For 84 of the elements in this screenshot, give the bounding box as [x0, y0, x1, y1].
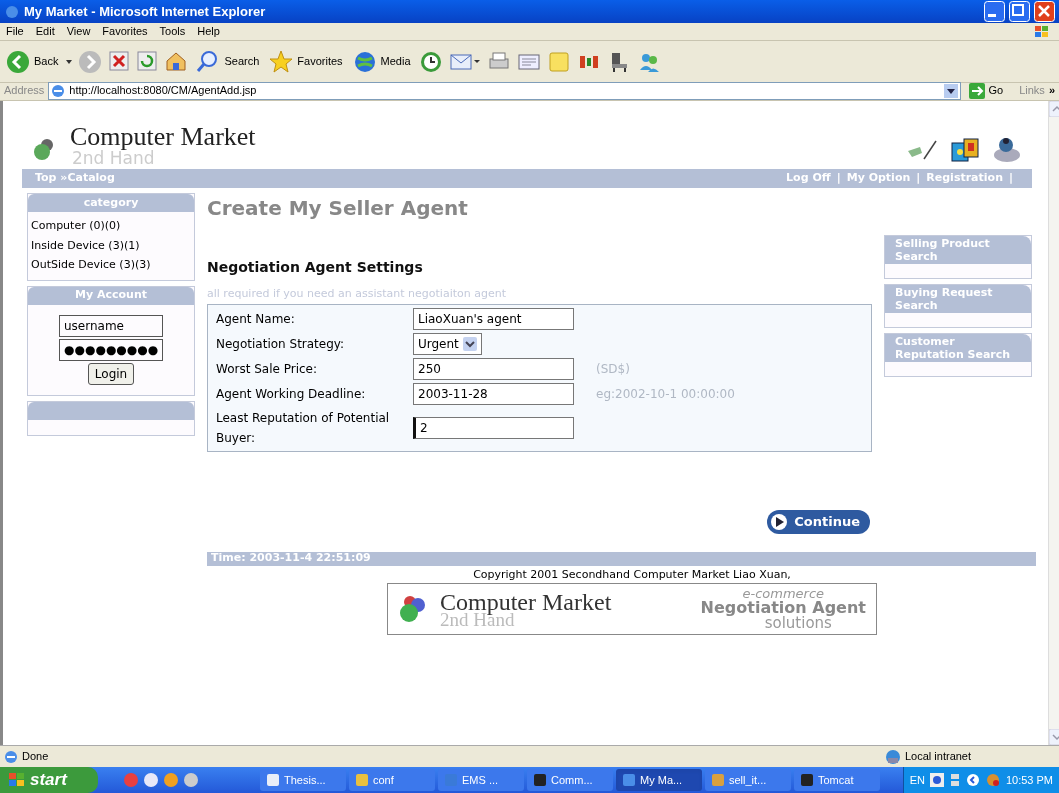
taskbar-button[interactable]: conf	[349, 769, 435, 791]
maximize-icon[interactable]	[1009, 1, 1030, 22]
balls-logo-icon	[398, 594, 428, 624]
text-field[interactable]: 2003-11-28	[413, 382, 574, 405]
field-note: (SD$)	[596, 360, 630, 378]
field-label: Negotiation Strategy:	[215, 335, 346, 353]
field-label: Worst Sale Price:	[215, 360, 319, 378]
category-link[interactable]: Computer (0)(0)	[31, 218, 191, 235]
site-title: Computer Market	[70, 124, 256, 150]
menu-item[interactable]: Favorites	[96, 23, 154, 40]
copyright-text: Copyright 2001 Secondhand Computer Market Liao Xuan,	[473, 566, 791, 583]
media-button[interactable]: Media	[350, 46, 413, 77]
star-icon	[269, 49, 294, 74]
login-button[interactable]: Login	[87, 362, 135, 385]
menu-item[interactable]: Edit	[29, 23, 61, 40]
menu-item[interactable]: Help	[191, 23, 226, 40]
separator: |	[916, 170, 921, 187]
dropdown-arrow-icon	[66, 59, 73, 64]
start-button[interactable]: start	[0, 767, 98, 793]
banner-tagline: solutions	[764, 616, 832, 631]
banner-title: Computer Market	[440, 589, 612, 614]
taskbar-button[interactable]: Tomcat	[794, 769, 880, 791]
globe-user-icon[interactable]	[992, 135, 1022, 163]
app-icon	[800, 773, 814, 787]
taskbar-button[interactable]: Comm...	[527, 769, 613, 791]
text-field[interactable]: 250	[413, 357, 574, 380]
panel-title: category	[83, 194, 139, 211]
separator: |	[1008, 170, 1013, 187]
app-icon	[355, 773, 369, 787]
help-icon[interactable]	[929, 773, 944, 787]
app-icon	[533, 773, 547, 787]
panel-title: My Account	[75, 287, 147, 304]
timestamp: Time: 2003-11-4 22:51:09	[211, 550, 371, 567]
password-field[interactable]: ●●●●●●●●●	[59, 338, 163, 361]
text-field[interactable]: LiaoXuan's agent	[413, 307, 574, 330]
text-field[interactable]: 2	[413, 416, 574, 439]
separator: |	[836, 170, 841, 187]
menu-item[interactable]: Tools	[153, 23, 192, 40]
stop-icon[interactable]	[108, 49, 131, 74]
clock: 10:53 PM	[1005, 772, 1053, 788]
windows-logo-icon	[1033, 23, 1051, 40]
windows-logo-icon	[8, 772, 26, 788]
play-icon	[770, 512, 789, 531]
page-title: Create My Seller Agent	[207, 195, 469, 222]
field-note: eg:2002-10-1 00:00:00	[596, 385, 735, 403]
chevron-icon[interactable]: »	[1048, 82, 1055, 99]
category-link[interactable]: OutSide Device (3)(3)	[31, 257, 191, 274]
globe-icon	[352, 49, 377, 74]
window-title: My Market - Microsoft Internet Explorer	[24, 2, 267, 21]
field-label: Agent Working Deadline:	[215, 385, 367, 403]
field-label: Least Reputation of Potential Buyer:	[215, 409, 391, 447]
intranet-icon	[885, 748, 901, 765]
menu-item[interactable]: File	[0, 23, 30, 40]
app-icon	[711, 773, 725, 787]
taskbar-button[interactable]: sell_it...	[705, 769, 791, 791]
go-button[interactable]: Go	[964, 82, 1008, 99]
back-button[interactable]: Back	[4, 46, 61, 77]
app-icon	[266, 773, 280, 787]
status-text: Done	[22, 749, 50, 765]
strategy-dropdown[interactable]: Urgent	[413, 332, 482, 355]
banner-tagline: e-commerce	[742, 587, 825, 600]
minimize-icon[interactable]	[984, 1, 1005, 22]
zone-text: Local intranet	[905, 749, 973, 765]
taskbar-button[interactable]: My Ma...	[616, 769, 702, 791]
banner-tagline: Negotiation Agent	[700, 600, 866, 616]
favorites-button[interactable]: Favorites	[267, 46, 345, 77]
username-field[interactable]: username	[59, 314, 163, 337]
taskbar-button[interactable]: Thesis...	[260, 769, 346, 791]
continue-button[interactable]: Continue	[767, 509, 870, 534]
address-field[interactable]: http://localhost:8080/CM/AgentAdd.jsp	[48, 81, 961, 100]
refresh-icon[interactable]	[136, 49, 159, 74]
app-icon	[622, 773, 636, 787]
category-link[interactable]: Inside Device (3)(1)	[31, 237, 191, 254]
history-clock-icon[interactable]	[418, 49, 443, 74]
field-label: Agent Name:	[215, 310, 296, 328]
network-icon[interactable]	[948, 773, 961, 787]
close-icon[interactable]	[1034, 1, 1055, 22]
address-label: Address	[4, 83, 45, 99]
shopping-bags-icon[interactable]	[950, 135, 980, 163]
expand-tray-icon[interactable]	[965, 773, 980, 787]
menu-item[interactable]: View	[60, 23, 97, 40]
taskbar-button[interactable]: EMS ...	[438, 769, 524, 791]
search-button[interactable]: Search	[194, 46, 262, 77]
section-title: Negotiation Agent Settings	[207, 258, 424, 277]
